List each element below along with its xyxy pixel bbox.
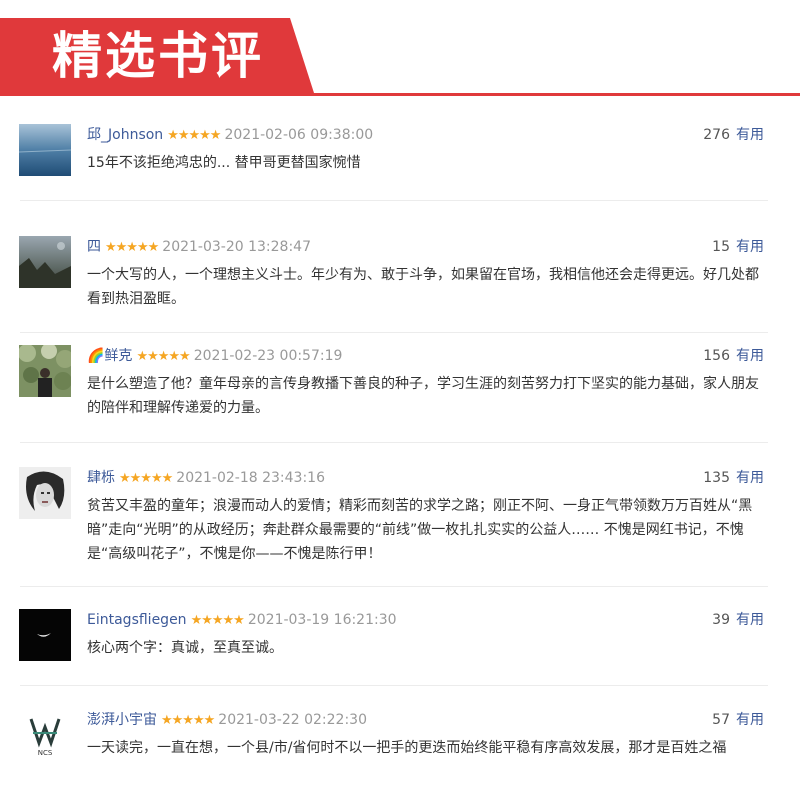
header-banner: 精选书评 xyxy=(0,0,800,100)
useful-vote[interactable]: 156 有用 xyxy=(703,345,764,367)
avatar[interactable] xyxy=(19,236,71,288)
divider xyxy=(20,685,768,686)
review-text: 是什么塑造了他？童年母亲的言传身教播下善良的种子，学习生涯的刻苦努力打下坚实的能… xyxy=(87,376,759,416)
review-date: 2021-03-20 13:28:47 xyxy=(162,239,311,255)
sea-photo-avatar xyxy=(19,124,71,176)
useful-button[interactable]: 有用 xyxy=(736,348,764,364)
useful-button[interactable]: 有用 xyxy=(736,470,764,486)
useful-count: 39 xyxy=(712,612,730,628)
rating-stars: ★★★★★ xyxy=(167,128,221,143)
garden-person-photo-avatar xyxy=(19,345,71,397)
review-text: 核心两个字：真诚，至真至诚。 xyxy=(87,640,283,656)
review-date: 2021-02-23 00:57:19 xyxy=(193,348,343,364)
divider xyxy=(20,442,768,443)
useful-count: 15 xyxy=(712,239,730,255)
review-text: 一天读完，一直在想，一个县/市/省何时不以一把手的更迭而始终能平稳有序高效发展，… xyxy=(87,740,727,756)
rating-stars: ★★★★★ xyxy=(105,240,159,255)
useful-vote[interactable]: 57 有用 xyxy=(712,709,764,731)
useful-button[interactable]: 有用 xyxy=(736,612,764,628)
username-link[interactable]: 邱_Johnson xyxy=(87,127,163,143)
useful-vote[interactable]: 39 有用 xyxy=(712,609,764,631)
useful-count: 57 xyxy=(712,712,730,728)
useful-vote[interactable]: 276 有用 xyxy=(703,124,764,146)
avatar[interactable]: NCS xyxy=(19,709,71,761)
review-meta: 🌈鲜克 ★★★★★ 2021-02-23 00:57:19 xyxy=(87,345,342,367)
avatar[interactable] xyxy=(19,124,71,176)
tree-dusk-photo-avatar xyxy=(19,236,71,288)
useful-button[interactable]: 有用 xyxy=(736,712,764,728)
ncs-logo-avatar: NCS xyxy=(19,709,71,761)
review-text: 15年不该拒绝鸿忠的... 替甲哥更替国家惋惜 xyxy=(87,155,361,171)
username-link[interactable]: 🌈鲜克 xyxy=(87,348,132,364)
review-date: 2021-02-06 09:38:00 xyxy=(224,127,374,143)
username-link[interactable]: 澎湃小宇宙 xyxy=(87,712,157,728)
divider xyxy=(20,200,768,201)
rating-stars: ★★★★★ xyxy=(161,713,215,728)
rating-stars: ★★★★★ xyxy=(119,471,173,486)
review-date: 2021-02-18 23:43:16 xyxy=(176,470,325,486)
useful-button[interactable]: 有用 xyxy=(736,127,764,143)
username-link[interactable]: Eintagsfliegen xyxy=(87,612,187,628)
rating-stars: ★★★★★ xyxy=(190,613,245,628)
review-date: 2021-03-22 02:22:30 xyxy=(218,712,367,728)
portrait-sketch-avatar xyxy=(19,467,71,519)
review-meta: 邱_Johnson ★★★★★ 2021-02-06 09:38:00 xyxy=(87,124,373,146)
divider xyxy=(20,586,768,587)
useful-count: 156 xyxy=(703,348,730,364)
avatar[interactable] xyxy=(19,609,71,661)
username-link[interactable]: 四 xyxy=(87,239,101,255)
review-text: 贫苦又丰盈的童年；浪漫而动人的爱情；精彩而刻苦的求学之路；刚正不阿、一身正气带领… xyxy=(87,498,753,562)
useful-vote[interactable]: 15 有用 xyxy=(712,236,764,258)
divider xyxy=(20,332,768,333)
avatar[interactable] xyxy=(19,467,71,519)
review-text: 一个大写的人，一个理想主义斗士。年少有为、敢于斗争，如果留在官场，我相信他还会走… xyxy=(87,267,759,307)
crescent-moon-avatar xyxy=(19,609,71,661)
page-title: 精选书评 xyxy=(52,27,264,85)
review-meta: 四 ★★★★★ 2021-03-20 13:28:47 xyxy=(87,236,311,258)
useful-button[interactable]: 有用 xyxy=(736,239,764,255)
review-meta: 肆栎 ★★★★★ 2021-02-18 23:43:16 xyxy=(87,467,325,489)
username-link[interactable]: 肆栎 xyxy=(87,470,115,486)
review-meta: Eintagsfliegen ★★★★★ 2021-03-19 16:21:30 xyxy=(87,609,397,631)
review-date: 2021-03-19 16:21:30 xyxy=(247,612,397,628)
review-meta: 澎湃小宇宙 ★★★★★ 2021-03-22 02:22:30 xyxy=(87,709,367,731)
avatar[interactable] xyxy=(19,345,71,397)
useful-count: 135 xyxy=(703,470,730,486)
useful-vote[interactable]: 135 有用 xyxy=(703,467,764,489)
useful-count: 276 xyxy=(703,127,730,143)
ncs-logo-text: NCS xyxy=(38,749,53,757)
rating-stars: ★★★★★ xyxy=(136,349,190,364)
